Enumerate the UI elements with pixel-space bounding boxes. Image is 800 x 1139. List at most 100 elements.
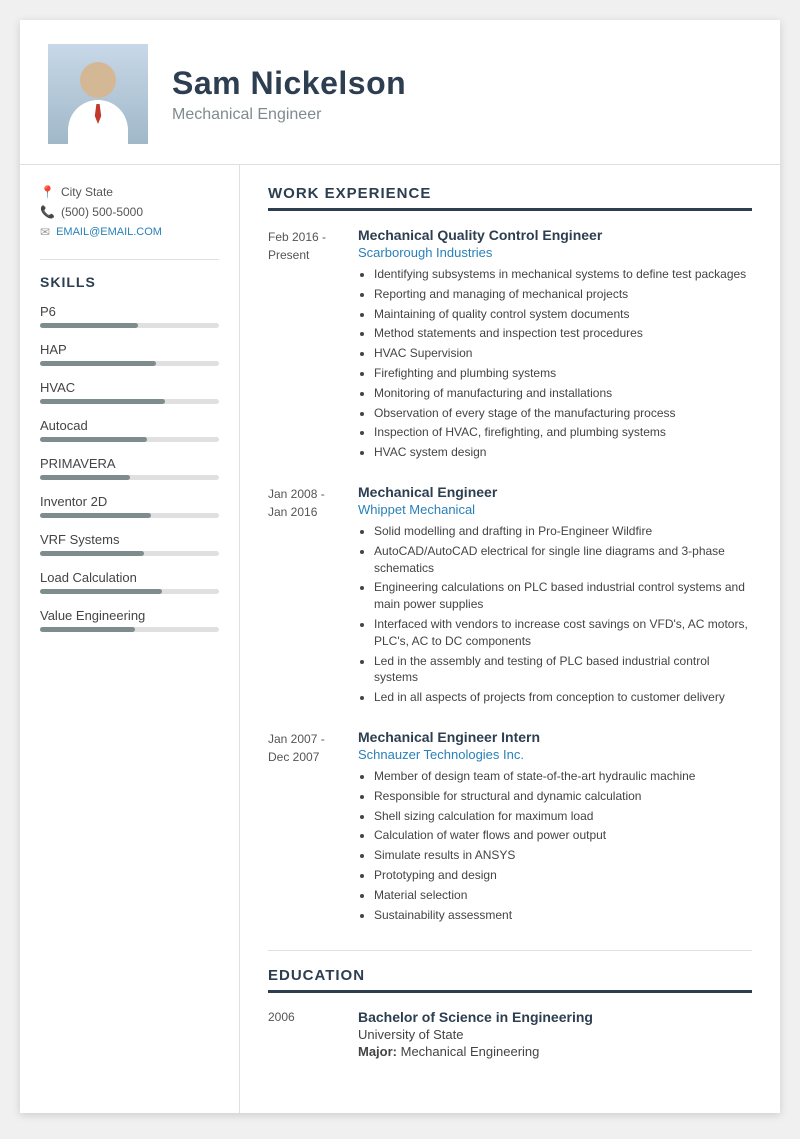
work-bullet: Observation of every stage of the manufa… <box>374 405 752 422</box>
work-job-title: Mechanical Engineer Intern <box>358 729 752 745</box>
work-bullets-list: Member of design team of state-of-the-ar… <box>358 768 752 923</box>
email-icon: ✉ <box>40 225 50 239</box>
edu-content: Bachelor of Science in Engineering Unive… <box>358 1009 752 1059</box>
skill-name: Autocad <box>40 418 219 433</box>
work-bullet: Calculation of water flows and power out… <box>374 827 752 844</box>
work-job-title: Mechanical Quality Control Engineer <box>358 227 752 243</box>
candidate-title: Mechanical Engineer <box>172 106 752 124</box>
work-content: Mechanical Quality Control Engineer Scar… <box>358 227 752 464</box>
skill-bar-fill <box>40 323 138 328</box>
skill-item: HVAC <box>40 380 219 404</box>
work-content: Mechanical Engineer Whippet Mechanical S… <box>358 484 752 709</box>
edu-major-label: Major: <box>358 1044 397 1059</box>
work-bullet: Maintaining of quality control system do… <box>374 306 752 323</box>
skill-bar-background <box>40 399 219 404</box>
header-info: Sam Nickelson Mechanical Engineer <box>172 65 752 124</box>
edu-degree: Bachelor of Science in Engineering <box>358 1009 752 1025</box>
work-bullet: Interfaced with vendors to increase cost… <box>374 616 752 650</box>
work-section: WORK EXPERIENCE Feb 2016 -Present Mechan… <box>268 185 752 926</box>
skill-item: Autocad <box>40 418 219 442</box>
edu-school: University of State <box>358 1027 752 1042</box>
candidate-name: Sam Nickelson <box>172 65 752 102</box>
work-bullet: Member of design team of state-of-the-ar… <box>374 768 752 785</box>
education-section-title: EDUCATION <box>268 967 752 993</box>
work-bullet: HVAC system design <box>374 444 752 461</box>
skill-bar-background <box>40 551 219 556</box>
skill-name: HVAC <box>40 380 219 395</box>
skill-item: Load Calculation <box>40 570 219 594</box>
skill-name: Inventor 2D <box>40 494 219 509</box>
skill-bar-background <box>40 323 219 328</box>
work-bullet: Led in all aspects of projects from conc… <box>374 689 752 706</box>
skill-item: PRIMAVERA <box>40 456 219 480</box>
work-entry: Feb 2016 -Present Mechanical Quality Con… <box>268 227 752 464</box>
work-section-title: WORK EXPERIENCE <box>268 185 752 211</box>
skill-name: Value Engineering <box>40 608 219 623</box>
work-entry: Jan 2008 -Jan 2016 Mechanical Engineer W… <box>268 484 752 709</box>
contact-email: ✉ EMAIL@EMAIL.COM <box>40 225 219 239</box>
skill-bar-fill <box>40 551 144 556</box>
skills-list: P6 HAP HVAC Autocad PRIMAVERA <box>40 304 219 632</box>
skill-name: P6 <box>40 304 219 319</box>
work-bullet: Shell sizing calculation for maximum loa… <box>374 808 752 825</box>
skill-bar-background <box>40 513 219 518</box>
work-bullet: Sustainability assessment <box>374 907 752 924</box>
skill-item: Inventor 2D <box>40 494 219 518</box>
skill-name: Load Calculation <box>40 570 219 585</box>
main-content: WORK EXPERIENCE Feb 2016 -Present Mechan… <box>240 165 780 1113</box>
work-bullet: AutoCAD/AutoCAD electrical for single li… <box>374 543 752 577</box>
education-entries: 2006 Bachelor of Science in Engineering … <box>268 1009 752 1059</box>
skill-item: HAP <box>40 342 219 366</box>
skill-item: Value Engineering <box>40 608 219 632</box>
work-date: Jan 2008 -Jan 2016 <box>268 484 358 709</box>
work-bullet: Identifying subsystems in mechanical sys… <box>374 266 752 283</box>
work-company: Whippet Mechanical <box>358 502 752 517</box>
skill-bar-fill <box>40 361 156 366</box>
skill-bar-background <box>40 475 219 480</box>
contact-phone: 📞 (500) 500-5000 <box>40 205 219 219</box>
skill-bar-fill <box>40 437 147 442</box>
skill-bar-fill <box>40 475 130 480</box>
skill-bar-fill <box>40 399 165 404</box>
edu-divider <box>268 950 752 951</box>
education-entry: 2006 Bachelor of Science in Engineering … <box>268 1009 752 1059</box>
work-bullet: Responsible for structural and dynamic c… <box>374 788 752 805</box>
contact-section: 📍 City State 📞 (500) 500-5000 ✉ EMAIL@EM… <box>40 185 219 239</box>
work-content: Mechanical Engineer Intern Schnauzer Tec… <box>358 729 752 926</box>
phone-icon: 📞 <box>40 205 55 219</box>
skill-bar-background <box>40 361 219 366</box>
location-icon: 📍 <box>40 185 55 199</box>
work-entry: Jan 2007 -Dec 2007 Mechanical Engineer I… <box>268 729 752 926</box>
skill-bar-fill <box>40 513 151 518</box>
work-bullet: Simulate results in ANSYS <box>374 847 752 864</box>
profile-photo <box>48 44 148 144</box>
work-bullet: Material selection <box>374 887 752 904</box>
work-bullet: Solid modelling and drafting in Pro-Engi… <box>374 523 752 540</box>
work-bullets-list: Solid modelling and drafting in Pro-Engi… <box>358 523 752 706</box>
education-section: EDUCATION 2006 Bachelor of Science in En… <box>268 950 752 1059</box>
skills-section-title: SKILLS <box>40 274 219 290</box>
work-bullet: Prototyping and design <box>374 867 752 884</box>
contact-city: 📍 City State <box>40 185 219 199</box>
work-job-title: Mechanical Engineer <box>358 484 752 500</box>
work-company: Schnauzer Technologies Inc. <box>358 747 752 762</box>
work-bullet: Engineering calculations on PLC based in… <box>374 579 752 613</box>
skill-bar-background <box>40 627 219 632</box>
work-bullet: Method statements and inspection test pr… <box>374 325 752 342</box>
work-bullet: Reporting and managing of mechanical pro… <box>374 286 752 303</box>
resume-body: 📍 City State 📞 (500) 500-5000 ✉ EMAIL@EM… <box>20 165 780 1113</box>
skill-name: HAP <box>40 342 219 357</box>
work-company: Scarborough Industries <box>358 245 752 260</box>
work-bullet: Monitoring of manufacturing and installa… <box>374 385 752 402</box>
work-bullets-list: Identifying subsystems in mechanical sys… <box>358 266 752 461</box>
edu-major: Major: Mechanical Engineering <box>358 1044 752 1059</box>
sidebar: 📍 City State 📞 (500) 500-5000 ✉ EMAIL@EM… <box>20 165 240 1113</box>
work-entries: Feb 2016 -Present Mechanical Quality Con… <box>268 227 752 926</box>
work-date: Feb 2016 -Present <box>268 227 358 464</box>
skill-bar-fill <box>40 589 162 594</box>
skill-item: P6 <box>40 304 219 328</box>
skill-name: VRF Systems <box>40 532 219 547</box>
work-bullet: Firefighting and plumbing systems <box>374 365 752 382</box>
resume-header: Sam Nickelson Mechanical Engineer <box>20 20 780 165</box>
sidebar-divider <box>40 259 219 260</box>
